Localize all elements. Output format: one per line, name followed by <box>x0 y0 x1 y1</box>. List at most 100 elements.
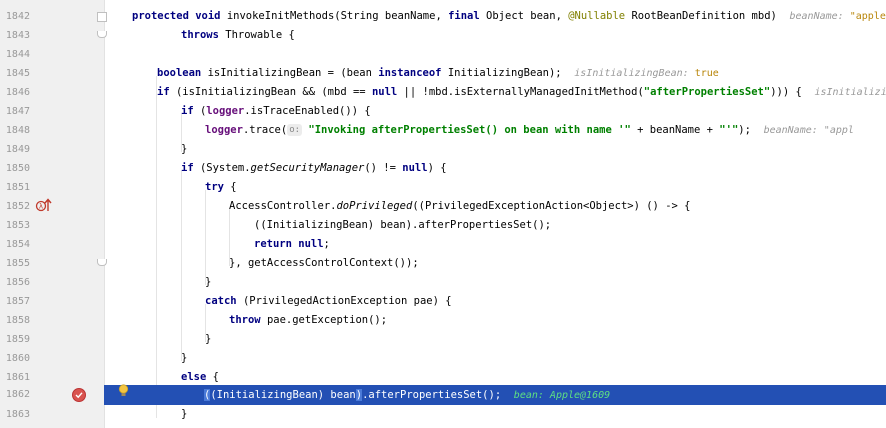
code-token: ))) { <box>770 86 802 98</box>
line-number: 1858 <box>5 315 30 326</box>
fold-icon[interactable] <box>97 12 107 22</box>
inline-debug-hint-name: beanName: <box>763 125 824 136</box>
keyword: null <box>402 162 428 174</box>
inline-debug-hint-value: true <box>694 68 719 79</box>
override-up-arrow-icon[interactable]: λ <box>35 197 53 213</box>
line-number: 1857 <box>5 296 30 307</box>
keyword: final <box>448 10 487 22</box>
inline-debug-hint-name: isInitializing <box>814 87 886 98</box>
fold-icon[interactable] <box>97 259 107 266</box>
keyword: throws <box>181 29 226 41</box>
code-text: return null; <box>254 235 330 254</box>
code-text: boolean isInitializingBean = (bean insta… <box>157 64 719 83</box>
string-literal: "'" <box>719 124 739 136</box>
code-token: Object bean, <box>486 10 569 22</box>
line-number: 1845 <box>5 68 30 79</box>
code-token: AccessController. <box>229 200 337 212</box>
code-text: if (System.getSecurityManager() != null)… <box>181 159 447 178</box>
code-line[interactable]: 1856 } <box>0 273 886 292</box>
code-line-execution-point[interactable]: 1862 ((InitializingBean) bean).afterProp… <box>0 385 886 405</box>
code-token: () != <box>364 162 403 174</box>
field-reference: logger <box>205 124 243 136</box>
line-number: 1844 <box>5 49 30 60</box>
code-text: } <box>181 143 188 155</box>
code-token: ); <box>738 124 751 136</box>
line-number: 1843 <box>5 30 30 41</box>
code-line[interactable]: 1853 ((InitializingBean) bean).afterProp… <box>0 216 886 235</box>
keyword: try <box>205 181 231 193</box>
code-text: } <box>181 408 188 420</box>
keyword: return null <box>254 238 324 250</box>
keyword: throw <box>229 314 267 326</box>
code-editor[interactable]: 1842 protected void invokeInitMethods(St… <box>0 0 886 428</box>
static-method: doPrivileged <box>336 200 413 212</box>
code-token: (InitializingBean) bean <box>210 389 356 401</box>
code-line[interactable]: 1863 } <box>0 405 886 424</box>
code-token: RootBeanDefinition mbd) <box>631 10 777 22</box>
string-literal: "Invoking afterPropertiesSet() on bean w… <box>308 124 631 136</box>
code-line[interactable]: 1845 boolean isInitializingBean = (bean … <box>0 64 886 83</box>
code-text: try { <box>205 178 237 197</box>
svg-text:λ: λ <box>39 203 43 211</box>
keyword: boolean <box>157 67 208 79</box>
code-token: { <box>212 371 219 383</box>
code-line[interactable]: 1855 }, getAccessControlContext()); <box>0 254 886 273</box>
code-line[interactable]: 1851 try { <box>0 178 886 197</box>
keyword: catch <box>205 295 243 307</box>
line-number: 1859 <box>5 334 30 345</box>
code-text: }, getAccessControlContext()); <box>229 257 419 269</box>
code-line[interactable]: 1847 if (logger.isTraceEnabled()) { <box>0 102 886 121</box>
line-number: 1854 <box>5 239 30 250</box>
code-token: ((PrivilegedExceptionAction<Object>) () … <box>412 200 691 212</box>
code-line[interactable]: 1860 } <box>0 349 886 368</box>
code-line[interactable]: 1846 if (isInitializingBean && (mbd == n… <box>0 83 886 102</box>
breakpoint-icon[interactable] <box>72 388 86 402</box>
code-line[interactable]: 1844 <box>0 45 886 64</box>
code-line[interactable]: 1850 if (System.getSecurityManager() != … <box>0 159 886 178</box>
code-text: catch (PrivilegedActionException pae) { <box>205 292 452 311</box>
code-text: ((InitializingBean) bean).afterPropertie… <box>254 219 552 231</box>
keyword: if <box>181 162 200 174</box>
code-token: (System. <box>199 162 251 174</box>
code-token: ; <box>323 238 330 250</box>
inline-debug-hint-value: "appl <box>823 125 854 136</box>
inline-debug-hint-value: "apple" <box>849 11 886 22</box>
line-number: 1862 <box>5 389 30 400</box>
code-text: } <box>181 352 188 364</box>
code-text: logger.trace(o: "Invoking afterPropertie… <box>205 121 854 140</box>
line-number: 1849 <box>5 144 30 155</box>
code-token: ) { <box>427 162 447 174</box>
code-text: } <box>205 333 212 345</box>
code-text: ((InitializingBean) bean).afterPropertie… <box>204 385 610 406</box>
code-line[interactable]: 1852 AccessController.doPrivileged((Priv… <box>0 197 886 216</box>
code-token: .afterPropertiesSet(); <box>362 389 502 401</box>
code-text: if (logger.isTraceEnabled()) { <box>181 102 371 121</box>
line-number: 1863 <box>5 409 30 420</box>
code-token: InitializingBean); <box>447 67 562 79</box>
keyword: else <box>181 371 213 383</box>
intention-bulb-icon[interactable] <box>118 384 129 397</box>
code-line[interactable]: 1848 logger.trace(o: "Invoking afterProp… <box>0 121 886 140</box>
code-token: isInitializingBean = (bean <box>207 67 379 79</box>
code-token: invokeInitMethods(String beanName, <box>226 10 449 22</box>
line-number: 1860 <box>5 353 30 364</box>
code-line[interactable]: 1857 catch (PrivilegedActionException pa… <box>0 292 886 311</box>
code-token: (PrivilegedActionException pae) { <box>242 295 452 307</box>
code-token: (isInitializingBean && (mbd == <box>175 86 372 98</box>
line-number: 1852 <box>5 201 30 212</box>
code-text: if (isInitializingBean && (mbd == null |… <box>157 83 886 102</box>
code-line[interactable]: 1859 } <box>0 330 886 349</box>
code-line[interactable]: 1854 return null; <box>0 235 886 254</box>
code-token: { <box>230 181 237 193</box>
code-line[interactable]: 1849 } <box>0 140 886 159</box>
fold-icon[interactable] <box>97 31 107 38</box>
code-text: protected void invokeInitMethods(String … <box>132 7 886 26</box>
code-text: throw pae.getException(); <box>229 311 387 330</box>
keyword: if <box>181 105 200 117</box>
line-number: 1851 <box>5 182 30 193</box>
code-token: Throwable { <box>225 29 295 41</box>
code-line[interactable]: 1858 throw pae.getException(); <box>0 311 886 330</box>
code-line[interactable]: 1843 throws Throwable { <box>0 26 886 45</box>
line-number: 1855 <box>5 258 30 269</box>
code-line[interactable]: 1842 protected void invokeInitMethods(St… <box>0 7 886 26</box>
